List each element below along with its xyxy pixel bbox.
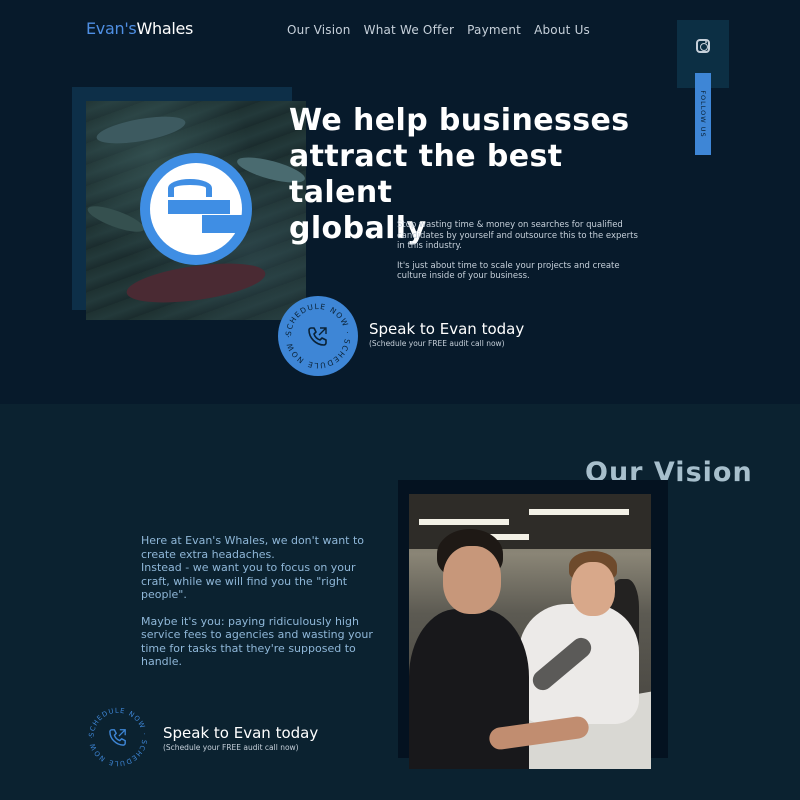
evans-whales-e-logo-icon [140, 153, 252, 265]
phone-icon [308, 327, 327, 346]
phone-icon [109, 729, 126, 746]
vision-photo [409, 494, 651, 769]
schedule-now-circle-text: SCHEDULE NOW · SCHEDULE NOW · [88, 707, 148, 768]
vision-cta-title[interactable]: Speak to Evan today [163, 724, 318, 742]
svg-text:SCHEDULE NOW · SCHEDULE NOW ·: SCHEDULE NOW · SCHEDULE NOW · [284, 302, 352, 370]
vision-text: Here at Evan's Whales, we don't want to … [141, 534, 376, 669]
hero-logo-image [86, 101, 306, 320]
logo-part-evans: Evan's [86, 19, 137, 38]
schedule-now-stamp-icon: SCHEDULE NOW · SCHEDULE NOW · [88, 707, 149, 768]
nav-link-payment[interactable]: Payment [467, 23, 521, 37]
svg-text:SCHEDULE NOW · SCHEDULE NOW ·: SCHEDULE NOW · SCHEDULE NOW · [88, 707, 149, 768]
cta-subtitle: (Schedule your FREE audit call now) [369, 339, 505, 348]
hero-description-paragraph: Stop wasting time & money on searches fo… [397, 220, 638, 251]
schedule-now-circle-text: SCHEDULE NOW · SCHEDULE NOW · [284, 302, 351, 370]
hero-description: Stop wasting time & money on searches fo… [397, 220, 642, 282]
vision-cta-subtitle: (Schedule your FREE audit call now) [163, 743, 299, 752]
logo-part-whales: Whales [136, 19, 194, 38]
whale-illustration [94, 111, 188, 149]
schedule-now-stamp-icon: SCHEDULE NOW · SCHEDULE NOW · [284, 302, 352, 370]
follow-us-tab[interactable]: FOLLOW US [695, 73, 711, 155]
instagram-icon[interactable] [696, 39, 710, 53]
vision-paragraph: Here at Evan's Whales, we don't want to … [141, 534, 365, 601]
follow-us-label: FOLLOW US [699, 90, 707, 138]
nav-link-about-us[interactable]: About Us [534, 23, 590, 37]
main-nav: Our Vision What We Offer Payment About U… [287, 23, 590, 37]
cta-title[interactable]: Speak to Evan today [369, 320, 524, 338]
hero-section: Evan'sWhales Our Vision What We Offer Pa… [0, 0, 800, 404]
schedule-now-button[interactable]: SCHEDULE NOW · SCHEDULE NOW · [82, 701, 162, 781]
nav-link-our-vision[interactable]: Our Vision [287, 23, 351, 37]
hero-description-paragraph: It's just about time to scale your proje… [397, 260, 620, 282]
site-logo[interactable]: Evan'sWhales [86, 19, 193, 38]
vision-paragraph: Maybe it's you: paying ridiculously high… [141, 614, 373, 669]
whale-illustration [86, 201, 147, 237]
schedule-now-button[interactable]: SCHEDULE NOW · SCHEDULE NOW · [278, 296, 358, 376]
nav-link-what-we-offer[interactable]: What We Offer [364, 23, 455, 37]
